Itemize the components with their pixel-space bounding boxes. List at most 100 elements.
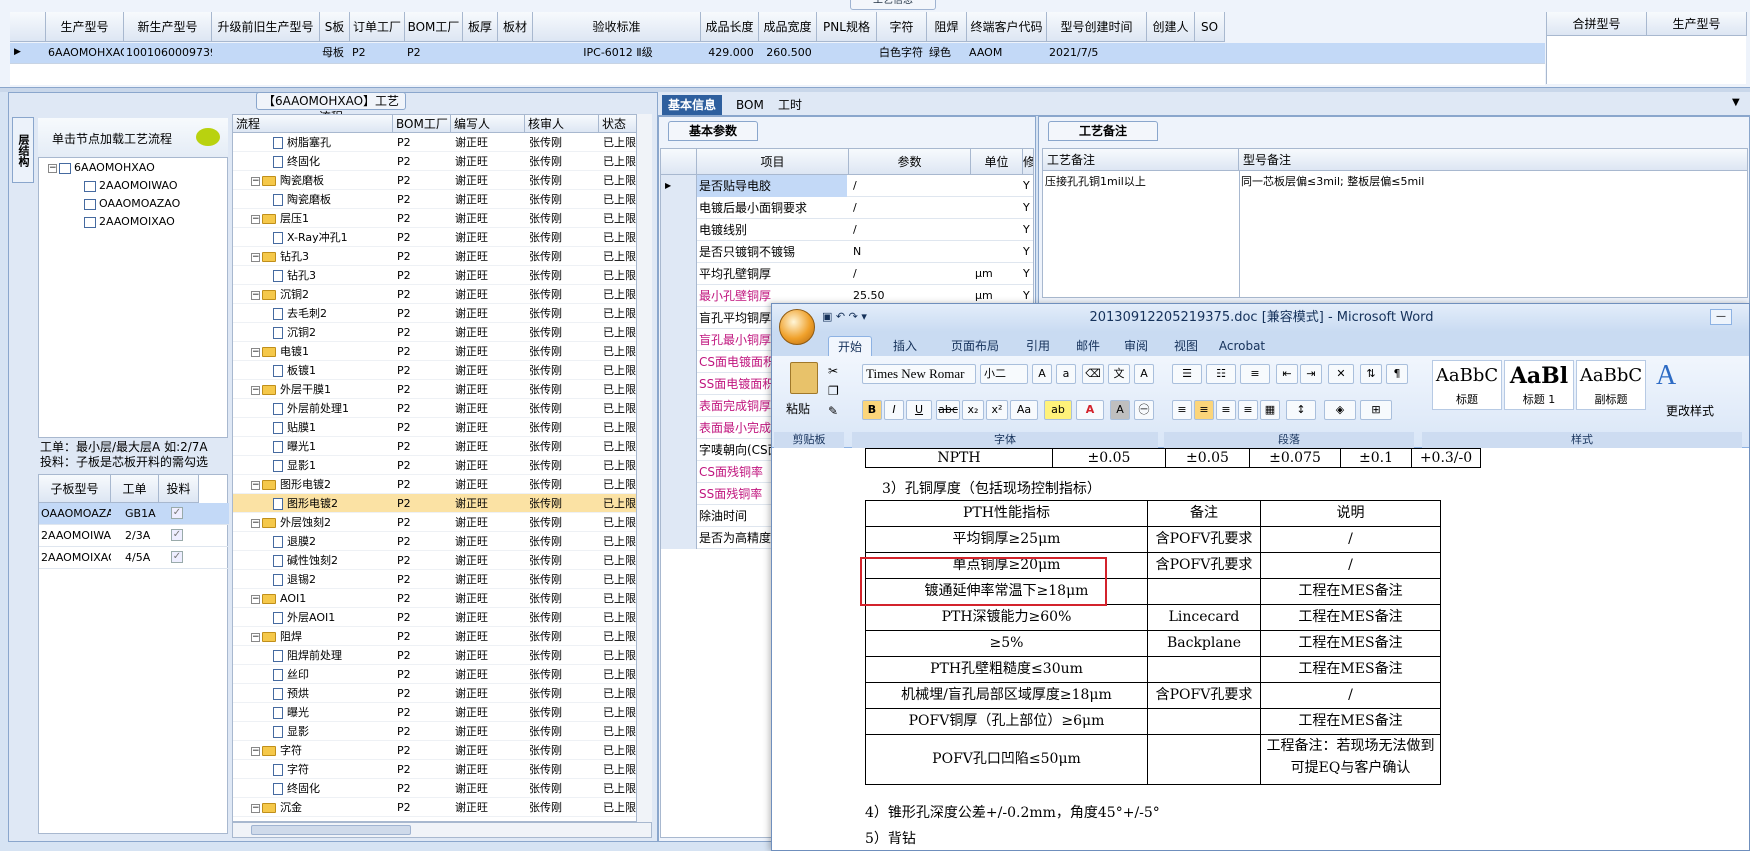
collapse-icon[interactable]: − — [251, 214, 260, 224]
font-color-icon[interactable]: A — [1076, 400, 1104, 420]
cut-icon[interactable]: ✂ — [828, 364, 838, 378]
top-row-cell[interactable]: 6AAOMOHXAO — [46, 43, 124, 63]
top-row-cell[interactable]: IPC-6012 Ⅱ级 — [533, 43, 701, 63]
process-vertical-scrollbar[interactable] — [636, 114, 652, 822]
param-value[interactable]: / — [849, 197, 969, 219]
ribbon-tab[interactable]: 邮件 — [1066, 336, 1110, 356]
process-row[interactable]: 去毛刺2 P2 谢正旺 张传刚 已上限 — [233, 304, 651, 323]
top-row-cell[interactable] — [212, 43, 320, 63]
process-row[interactable]: 树脂塞孔 P2 谢正旺 张传刚 已上限 — [233, 133, 651, 152]
top-header-cell[interactable]: 升级前旧生产型号 — [212, 12, 320, 42]
process-row[interactable]: X-Ray冲孔1 P2 谢正旺 张传刚 已上限 — [233, 228, 651, 247]
show-marks-icon[interactable]: ¶ — [1386, 364, 1408, 384]
process-remark-value[interactable]: 压接孔孔铜1mil以上 — [1045, 173, 1235, 189]
collapse-icon[interactable]: − — [251, 803, 260, 813]
italic-icon[interactable]: I — [884, 400, 904, 420]
copy-icon[interactable]: ❐ — [828, 384, 839, 398]
process-row[interactable]: 外层前处理1 P2 谢正旺 张传刚 已上限 — [233, 399, 651, 418]
top-header-cell[interactable]: 字符 — [877, 12, 927, 42]
decrease-indent-icon[interactable]: ⇤ — [1276, 364, 1298, 384]
document-area[interactable]: NPTH ±0.05 ±0.05 ±0.075 ±0.1 +0.3/-0 3）孔铜厚度（包… — [772, 448, 1749, 850]
increase-indent-icon[interactable]: ⇥ — [1300, 364, 1322, 384]
process-row[interactable]: 丝印 P2 谢正旺 张传刚 已上限 — [233, 665, 651, 684]
office-button-icon[interactable] — [779, 309, 815, 345]
ribbon-tab[interactable]: 引用 — [1018, 336, 1058, 356]
sub-board-row[interactable]: 2AAOMOIWAO 2/3A ✓ — [39, 525, 229, 547]
top-row-cell[interactable] — [1195, 43, 1225, 63]
scroll-thumb[interactable] — [251, 825, 411, 835]
ribbon-tab[interactable]: 插入 — [882, 336, 928, 356]
tree-node-child[interactable]: OAAOMOAZAO — [84, 196, 180, 212]
process-row[interactable]: 贴膜1 P2 谢正旺 张传刚 已上限 — [233, 418, 651, 437]
phonetic-icon[interactable]: 文 — [1108, 364, 1130, 384]
param-value[interactable]: / — [849, 219, 969, 241]
process-row[interactable]: 字符 P2 谢正旺 张传刚 已上限 — [233, 760, 651, 779]
param-row[interactable]: 电镀线别 / Y — [661, 219, 1033, 241]
top-header-cell[interactable]: 新生产型号 — [124, 12, 212, 42]
collapse-icon[interactable]: − — [251, 347, 260, 357]
top-row-cell[interactable] — [1147, 43, 1195, 63]
process-row[interactable]: 曝光1 P2 谢正旺 张传刚 已上限 — [233, 437, 651, 456]
col-bom-factory[interactable]: BOM工厂 — [393, 115, 451, 133]
top-header-cell[interactable]: PNL规格 — [817, 12, 877, 42]
basic-params-tab[interactable]: 基本参数 — [668, 121, 758, 141]
process-row[interactable]: − 外层干膜1 P2 谢正旺 张传刚 已上限 — [233, 380, 651, 399]
paste-label[interactable]: 粘贴 — [786, 400, 810, 417]
char-shading-icon[interactable]: A — [1110, 400, 1130, 420]
process-row[interactable]: 曝光 P2 谢正旺 张传刚 已上限 — [233, 703, 651, 722]
top-header-cell[interactable]: 创建人 — [1147, 12, 1195, 42]
process-row[interactable]: 陶瓷磨板 P2 谢正旺 张传刚 已上限 — [233, 190, 651, 209]
process-row[interactable]: − 图形电镀2 P2 谢正旺 张传刚 已上限 — [233, 475, 651, 494]
collapse-icon[interactable]: − — [251, 480, 260, 490]
process-row[interactable]: − 钻孔3 P2 谢正旺 张传刚 已上限 — [233, 247, 651, 266]
tab-bom[interactable]: BOM — [730, 95, 770, 115]
top-row-cell[interactable] — [817, 43, 877, 63]
process-row[interactable]: 预烘 P2 谢正旺 张传刚 已上限 — [233, 684, 651, 703]
borders-icon[interactable]: ⊞ — [1360, 400, 1392, 420]
process-row[interactable]: − 沉金 P2 谢正旺 张传刚 已上限 — [233, 798, 651, 817]
strikethrough-icon[interactable]: abc — [936, 400, 960, 420]
process-row[interactable]: − 沉铜2 P2 谢正旺 张传刚 已上限 — [233, 285, 651, 304]
feed-checkbox[interactable]: ✓ — [171, 529, 183, 541]
change-styles-icon[interactable]: A — [1656, 360, 1676, 392]
col-process[interactable]: 流程 — [233, 115, 393, 133]
top-row-cell[interactable]: 10010600097392 — [124, 43, 212, 63]
minimize-icon[interactable]: — — [1710, 309, 1732, 325]
tab-work-hours[interactable]: 工时 — [772, 95, 808, 115]
font-name-select[interactable]: Times New Romar — [862, 364, 976, 384]
col-reviewer[interactable]: 核审人 — [525, 115, 599, 133]
process-row[interactable]: 终固化 P2 谢正旺 张传刚 已上限 — [233, 779, 651, 798]
col-writer[interactable]: 编写人 — [451, 115, 525, 133]
top-header-cell[interactable]: 成品长度 — [701, 12, 759, 42]
top-row-cell[interactable]: 2021/7/5 — [1047, 43, 1147, 63]
bullets-icon[interactable]: ☰ — [1172, 364, 1202, 384]
process-row[interactable]: 板镀1 P2 谢正旺 张传刚 已上限 — [233, 361, 651, 380]
distributed-icon[interactable]: ▦ — [1260, 400, 1280, 420]
subscript-icon[interactable]: x₂ — [962, 400, 984, 420]
style-title[interactable]: AaBbC 标题 — [1432, 360, 1502, 410]
top-row-cell[interactable]: 白色字符 — [877, 43, 927, 63]
process-row[interactable]: − 层压1 P2 谢正旺 张传刚 已上限 — [233, 209, 651, 228]
param-row[interactable]: 平均孔壁铜厚 / μm Y — [661, 263, 1033, 285]
paste-icon[interactable] — [790, 362, 818, 394]
shrink-font-icon[interactable]: a — [1056, 364, 1076, 384]
sub-board-row[interactable]: 2AAOMOIXAO 4/5A ✓ — [39, 547, 229, 569]
bold-icon[interactable]: B — [862, 400, 882, 420]
process-row[interactable]: 钻孔3 P2 谢正旺 张传刚 已上限 — [233, 266, 651, 285]
tree-node-child[interactable]: 2AAOMOIWAO — [84, 178, 177, 194]
process-row[interactable]: 碱性蚀刻2 P2 谢正旺 张传刚 已上限 — [233, 551, 651, 570]
top-row-cell[interactable] — [498, 43, 533, 63]
process-remarks-tab[interactable]: 工艺备注 — [1048, 121, 1158, 141]
process-row[interactable]: 终固化 P2 谢正旺 张传刚 已上限 — [233, 152, 651, 171]
process-horizontal-scrollbar[interactable] — [232, 822, 652, 838]
asian-layout-icon[interactable]: ✕ — [1328, 364, 1354, 384]
process-row[interactable]: 图形电镀2 P2 谢正旺 张传刚 已上限 — [233, 494, 651, 513]
feed-checkbox[interactable]: ✓ — [171, 551, 183, 563]
top-header-cell[interactable]: 板材 — [498, 12, 533, 42]
top-header-cell[interactable]: 终端客户代码 — [967, 12, 1047, 42]
sub-board-row[interactable]: OAAOMOAZAO GB1A ✓ — [39, 503, 229, 525]
collapse-icon[interactable]: − — [251, 252, 260, 262]
col-unit[interactable]: 单位 — [971, 149, 1023, 175]
underline-icon[interactable]: U — [906, 400, 932, 420]
process-row[interactable]: − 外层蚀刻2 P2 谢正旺 张传刚 已上限 — [233, 513, 651, 532]
